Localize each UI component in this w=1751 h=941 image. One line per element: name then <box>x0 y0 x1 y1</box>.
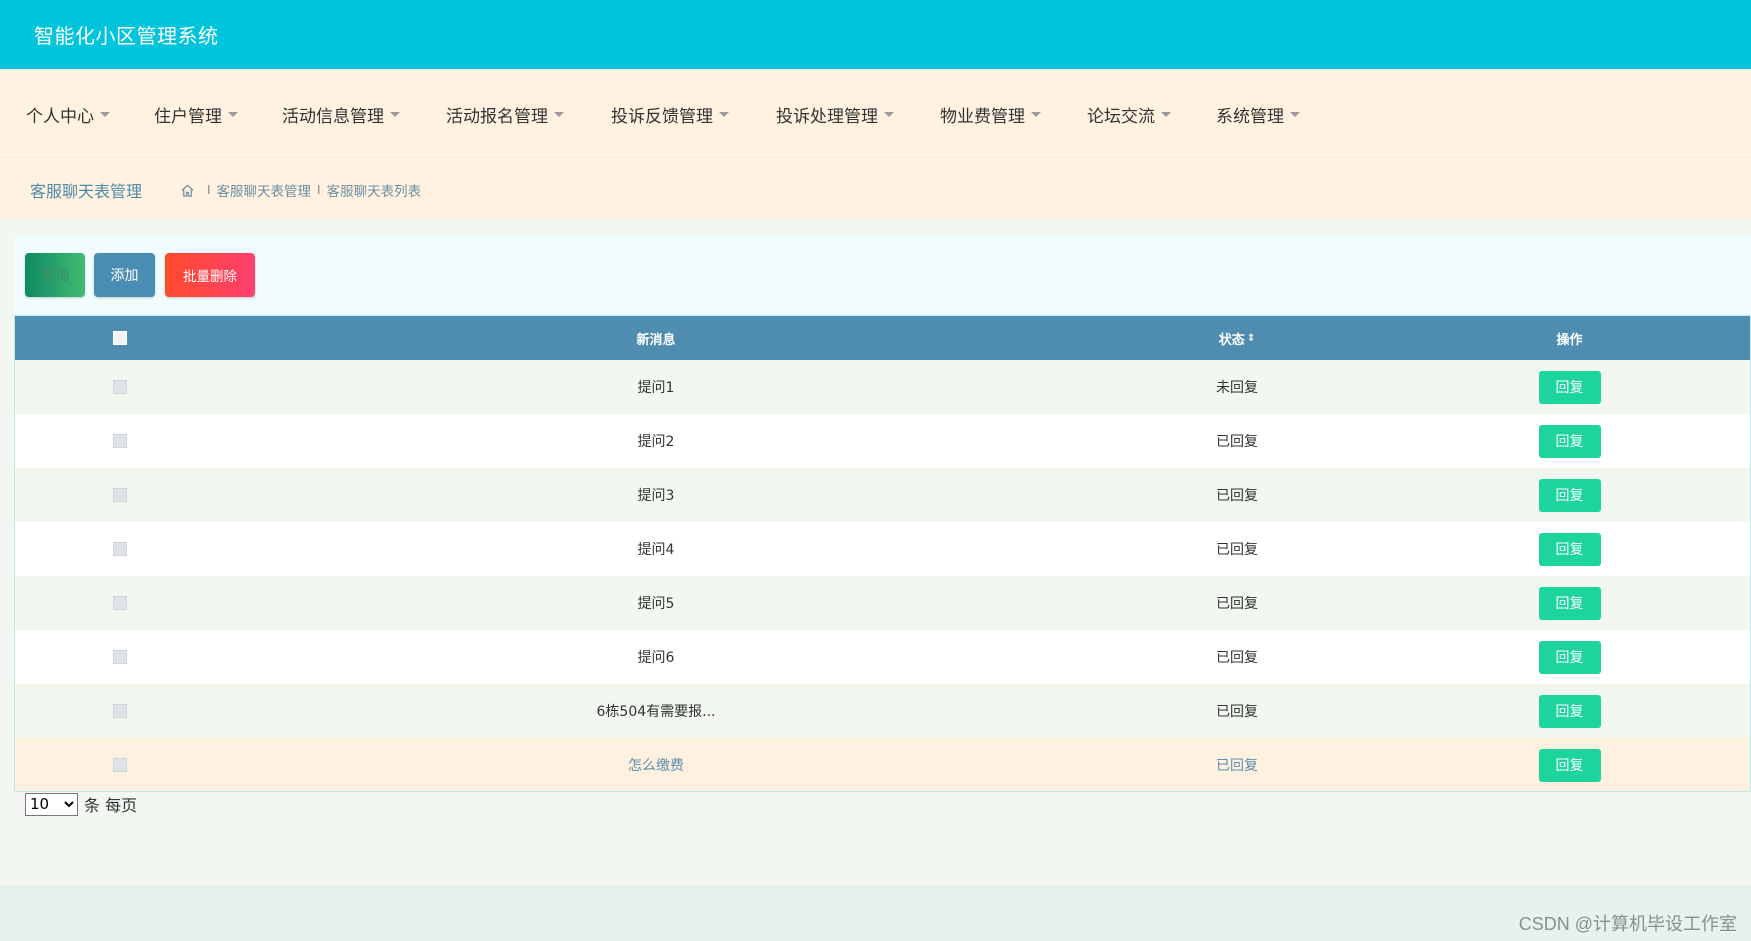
reply-button[interactable]: 回复 <box>1538 748 1601 782</box>
table-row: 怎么缴费 已回复 回复 <box>15 738 1750 791</box>
header-message: 新消息 <box>636 332 676 348</box>
breadcrumb: I 客服聊天表管理 I 客服聊天表列表 <box>180 180 421 200</box>
nav-label: 个人中心 <box>26 106 94 127</box>
table-row: 提问6 已回复 回复 <box>15 630 1750 684</box>
nav-item-resident-management[interactable]: 住户管理 <box>154 70 238 158</box>
status-cell: 已回复 <box>1216 542 1258 558</box>
reply-button[interactable]: 回复 <box>1538 424 1601 458</box>
status-cell: 已回复 <box>1216 758 1258 774</box>
message-cell: 怎么缴费 <box>628 758 684 774</box>
add-button[interactable]: 添加 <box>94 253 155 297</box>
chat-table: 新消息 状态 ⇕ 操作 提问1 未回复 回复 提问2 已回复 回复 提问3 已回… <box>14 315 1751 792</box>
caret-down-icon <box>1031 111 1041 117</box>
message-cell: 提问4 <box>637 542 675 558</box>
select-all-checkbox[interactable] <box>113 331 127 345</box>
nav-item-system-management[interactable]: 系统管理 <box>1216 70 1300 158</box>
row-checkbox[interactable] <box>113 542 127 556</box>
header-select-all-cell <box>15 316 225 360</box>
status-cell: 已回复 <box>1216 650 1258 666</box>
home-icon[interactable] <box>180 183 195 198</box>
row-checkbox[interactable] <box>113 596 127 610</box>
header-status-label: 状态 <box>1218 332 1245 348</box>
search-button[interactable]: 查询 <box>25 253 85 297</box>
status-cell: 已回复 <box>1216 434 1258 450</box>
row-checkbox[interactable] <box>113 704 127 718</box>
message-cell: 提问5 <box>637 596 675 612</box>
row-checkbox[interactable] <box>113 650 127 664</box>
status-cell: 已回复 <box>1216 704 1258 720</box>
row-checkbox[interactable] <box>113 488 127 502</box>
nav-item-personal-center[interactable]: 个人中心 <box>26 70 110 158</box>
reply-button[interactable]: 回复 <box>1538 532 1601 566</box>
caret-down-icon <box>390 111 400 117</box>
table-row: 6栋504有需要报... 已回复 回复 <box>15 684 1750 738</box>
caret-down-icon <box>554 111 564 117</box>
header-status[interactable]: 状态 ⇕ <box>1087 316 1387 360</box>
message-cell: 6栋504有需要报... <box>596 704 716 720</box>
table-row: 提问5 已回复 回复 <box>15 576 1750 630</box>
message-cell: 提问1 <box>637 380 675 396</box>
watermark: CSDN @计算机毕设工作室 <box>1518 914 1737 934</box>
breadcrumb-item-module[interactable]: 客服聊天表管理 <box>217 180 312 200</box>
main-nav: 个人中心 住户管理 活动信息管理 活动报名管理 投诉反馈管理 投诉处理管理 物业… <box>0 69 1751 157</box>
caret-down-icon <box>100 111 110 117</box>
nav-item-activity-signup[interactable]: 活动报名管理 <box>446 70 564 158</box>
breadcrumb-separator: I <box>317 183 321 197</box>
caret-down-icon <box>719 111 729 117</box>
breadcrumb-item-list: 客服聊天表列表 <box>326 184 422 200</box>
nav-label: 活动信息管理 <box>282 106 384 127</box>
message-cell: 提问3 <box>637 488 675 504</box>
reply-button[interactable]: 回复 <box>1538 478 1601 512</box>
page-title: 客服聊天表管理 <box>30 182 143 201</box>
caret-down-icon <box>884 111 894 117</box>
nav-item-complaint-handling[interactable]: 投诉处理管理 <box>776 70 894 158</box>
table-header: 新消息 状态 ⇕ 操作 <box>15 316 1750 360</box>
footer-band <box>0 885 1751 941</box>
message-cell: 提问2 <box>637 434 675 450</box>
reply-button[interactable]: 回复 <box>1538 370 1601 404</box>
batch-delete-button[interactable]: 批量删除 <box>165 253 255 297</box>
nav-label: 投诉反馈管理 <box>611 106 713 127</box>
status-cell: 已回复 <box>1216 488 1258 504</box>
caret-down-icon <box>1290 111 1300 117</box>
row-checkbox[interactable] <box>113 434 127 448</box>
nav-item-forum[interactable]: 论坛交流 <box>1087 70 1171 158</box>
reply-button[interactable]: 回复 <box>1538 586 1601 620</box>
row-checkbox[interactable] <box>113 758 127 772</box>
nav-item-property-fee[interactable]: 物业费管理 <box>940 70 1041 158</box>
nav-label: 住户管理 <box>154 106 222 127</box>
caret-down-icon <box>1161 111 1171 117</box>
pagination: 10 条 每页 <box>25 792 137 816</box>
reply-button[interactable]: 回复 <box>1538 640 1601 674</box>
nav-label: 论坛交流 <box>1087 106 1155 127</box>
reply-button[interactable]: 回复 <box>1538 694 1601 728</box>
app-title: 智能化小区管理系统 <box>34 24 219 48</box>
nav-label: 投诉处理管理 <box>776 106 878 127</box>
header-operation: 操作 <box>1556 332 1583 348</box>
table-row: 提问1 未回复 回复 <box>15 360 1750 414</box>
nav-label: 活动报名管理 <box>446 106 548 127</box>
breadcrumb-bar: 客服聊天表管理 I 客服聊天表管理 I 客服聊天表列表 <box>0 157 1751 219</box>
page-size-suffix: 条 每页 <box>84 796 138 815</box>
message-cell: 提问6 <box>637 650 675 666</box>
breadcrumb-separator: I <box>207 183 211 197</box>
nav-label: 物业费管理 <box>940 106 1025 127</box>
table-row: 提问2 已回复 回复 <box>15 414 1750 468</box>
nav-item-activity-info[interactable]: 活动信息管理 <box>282 70 400 158</box>
nav-label: 系统管理 <box>1216 106 1284 127</box>
row-checkbox[interactable] <box>113 380 127 394</box>
nav-item-complaint-feedback[interactable]: 投诉反馈管理 <box>611 70 729 158</box>
caret-down-icon <box>228 111 238 117</box>
table-row: 提问4 已回复 回复 <box>15 522 1750 576</box>
table-row: 提问3 已回复 回复 <box>15 468 1750 522</box>
sort-icon[interactable]: ⇕ <box>1247 333 1255 344</box>
status-cell: 未回复 <box>1216 380 1258 396</box>
top-header: 智能化小区管理系统 <box>0 0 1751 69</box>
page-size-select[interactable]: 10 <box>25 792 78 816</box>
status-cell: 已回复 <box>1216 596 1258 612</box>
